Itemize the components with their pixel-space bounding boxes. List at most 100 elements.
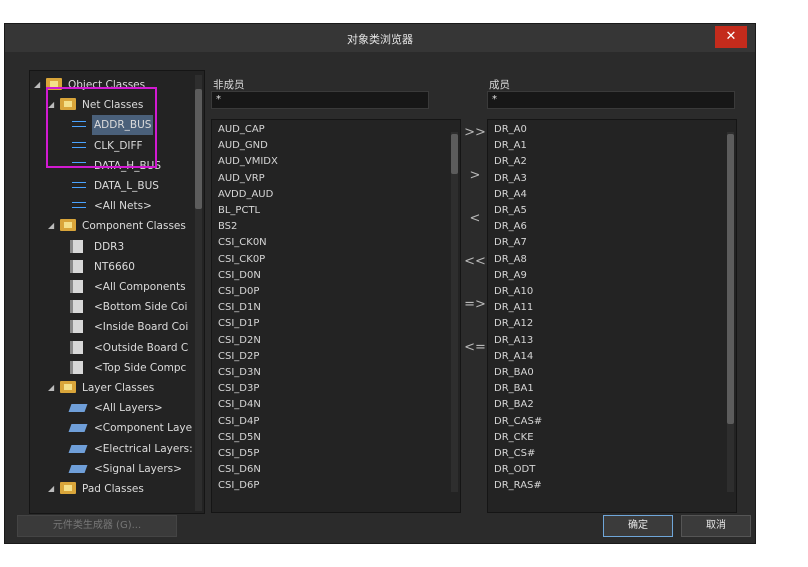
- expand-toggle-icon[interactable]: ◢: [34, 75, 40, 95]
- list-item[interactable]: DR_A5: [494, 203, 527, 219]
- list-item[interactable]: DR_A11: [494, 300, 533, 316]
- list-item[interactable]: CSI_D1P: [218, 316, 259, 332]
- list-item[interactable]: DR_A10: [494, 284, 533, 300]
- ok-button[interactable]: 确定: [603, 515, 673, 537]
- tree-item[interactable]: <All Nets>: [66, 196, 180, 216]
- folder-icon: [60, 381, 76, 393]
- tree-item[interactable]: <All Components: [66, 277, 186, 297]
- list-item[interactable]: DR_A3: [494, 171, 527, 187]
- list-item[interactable]: AUD_CAP: [218, 122, 265, 138]
- tree-item[interactable]: DDR3: [66, 237, 180, 257]
- layer-class-icon: [68, 444, 88, 453]
- tree-item[interactable]: <Component Laye: [66, 418, 192, 438]
- list-item[interactable]: DR_BA0: [494, 365, 534, 381]
- tree-item-label: <Component Laye: [94, 422, 193, 435]
- folder-icon: [60, 219, 76, 232]
- list-item[interactable]: DR_A9: [494, 268, 527, 284]
- list-item[interactable]: CSI_D2N: [218, 333, 261, 349]
- members-scroll-thumb[interactable]: [727, 134, 734, 424]
- list-item[interactable]: DR_A12: [494, 316, 533, 332]
- close-button[interactable]: ✕: [715, 26, 747, 48]
- tree-item[interactable]: ◢ Pad Classes: [48, 479, 180, 499]
- tree-item[interactable]: <Inside Board Coi: [66, 317, 188, 337]
- list-item[interactable]: CSI_D3N: [218, 365, 261, 381]
- net-class-icon: [70, 179, 88, 191]
- expand-toggle-icon[interactable]: ◢: [48, 378, 54, 398]
- tree-item[interactable]: ◢ Component Classes: [48, 216, 186, 236]
- tree-item[interactable]: DATA_L_BUS: [66, 176, 180, 196]
- expand-toggle-icon[interactable]: ◢: [48, 216, 54, 236]
- class-generator-button[interactable]: 元件类生成器 (G)...: [17, 515, 177, 537]
- add-button[interactable]: >: [463, 163, 487, 189]
- list-item[interactable]: AUD_GND: [218, 138, 268, 154]
- list-item[interactable]: DR_ODT: [494, 462, 535, 478]
- list-item[interactable]: DR_A7: [494, 235, 527, 251]
- list-item[interactable]: DR_A13: [494, 333, 533, 349]
- list-item[interactable]: AVDD_AUD: [218, 187, 273, 203]
- tree-item[interactable]: <Top Side Compc: [66, 358, 186, 378]
- expand-toggle-icon[interactable]: ◢: [48, 479, 54, 499]
- list-item[interactable]: DR_CKE: [494, 430, 534, 446]
- tree-scrollbar[interactable]: [195, 75, 202, 511]
- list-item[interactable]: CSI_D5N: [218, 430, 261, 446]
- remove-button[interactable]: <: [463, 206, 487, 232]
- list-item[interactable]: CSI_D5P: [218, 446, 259, 462]
- add-all-button[interactable]: >>: [463, 120, 487, 146]
- list-item[interactable]: CSI_D3P: [218, 381, 259, 397]
- layer-class-icon: [68, 464, 88, 473]
- list-item[interactable]: CSI_D4N: [218, 397, 261, 413]
- non-members-scroll-thumb[interactable]: [451, 134, 458, 174]
- list-item[interactable]: AUD_VRP: [218, 171, 265, 187]
- members-scrollbar[interactable]: [727, 132, 734, 492]
- cancel-button[interactable]: 取消: [681, 515, 751, 537]
- non-members-header: 非成员: [213, 79, 245, 91]
- list-item[interactable]: CSI_D4P: [218, 414, 259, 430]
- non-members-scrollbar[interactable]: [451, 132, 458, 492]
- list-item[interactable]: CSI_D2P: [218, 349, 259, 365]
- non-members-list[interactable]: AUD_CAP AUD_GND AUD_VMIDX AUD_VRP AVDD_AUD BL…: [211, 119, 461, 513]
- list-item[interactable]: DR_RAS#: [494, 478, 542, 494]
- list-item[interactable]: CSI_D0P: [218, 284, 259, 300]
- list-item[interactable]: BL_PCTL: [218, 203, 260, 219]
- list-item[interactable]: CSI_CK0P: [218, 252, 265, 268]
- tree-scroll-thumb[interactable]: [195, 89, 202, 209]
- highlight-box: [46, 87, 157, 168]
- list-item[interactable]: BS2: [218, 219, 237, 235]
- list-item[interactable]: DR_CAS#: [494, 414, 542, 430]
- list-item[interactable]: DR_A2: [494, 154, 527, 170]
- list-item[interactable]: DR_A8: [494, 252, 527, 268]
- non-members-filter-input[interactable]: *: [211, 91, 429, 109]
- dialog-title: 对象类浏览器: [347, 33, 413, 46]
- list-item[interactable]: AUD_VMIDX: [218, 154, 278, 170]
- list-item[interactable]: CSI_CK0N: [218, 235, 267, 251]
- tree-item-label: <All Components: [94, 281, 186, 293]
- list-item[interactable]: DR_A4: [494, 187, 527, 203]
- component-class-icon: [70, 320, 83, 334]
- list-item[interactable]: CSI_D1N: [218, 300, 261, 316]
- members-header: 成员: [489, 79, 510, 91]
- tree-item[interactable]: <Signal Layers>: [66, 459, 182, 479]
- tree-item-label: DDR3: [94, 240, 125, 253]
- tree-item[interactable]: <All Layers>: [66, 398, 180, 418]
- list-item[interactable]: CSI_D6N: [218, 462, 261, 478]
- list-item[interactable]: DR_A0: [494, 122, 527, 138]
- list-item[interactable]: DR_BA1: [494, 381, 534, 397]
- list-item[interactable]: DR_A1: [494, 138, 527, 154]
- list-item[interactable]: CSI_D0N: [218, 268, 261, 284]
- tree-item[interactable]: <Bottom Side Coi: [66, 297, 187, 317]
- tree-item-label: <All Nets>: [94, 200, 152, 213]
- list-item[interactable]: DR_A6: [494, 219, 527, 235]
- list-item[interactable]: CSI_D6P: [218, 478, 259, 494]
- members-filter-input[interactable]: *: [487, 91, 735, 109]
- list-item[interactable]: DR_A14: [494, 349, 533, 365]
- remove-all-button[interactable]: <<: [463, 249, 487, 275]
- tree-item[interactable]: <Electrical Layers:: [66, 439, 193, 459]
- tree-item[interactable]: <Outside Board C: [66, 338, 188, 358]
- tree-item[interactable]: NT6660: [66, 257, 180, 277]
- members-list[interactable]: DR_A0 DR_A1 DR_A2 DR_A3 DR_A4 DR_A5 DR_A6 DR_A7…: [487, 119, 737, 513]
- remove-filtered-button[interactable]: <=: [463, 335, 487, 361]
- add-filtered-button[interactable]: =>: [463, 292, 487, 318]
- list-item[interactable]: DR_CS#: [494, 446, 535, 462]
- tree-item[interactable]: ◢ Layer Classes: [48, 378, 180, 398]
- list-item[interactable]: DR_BA2: [494, 397, 534, 413]
